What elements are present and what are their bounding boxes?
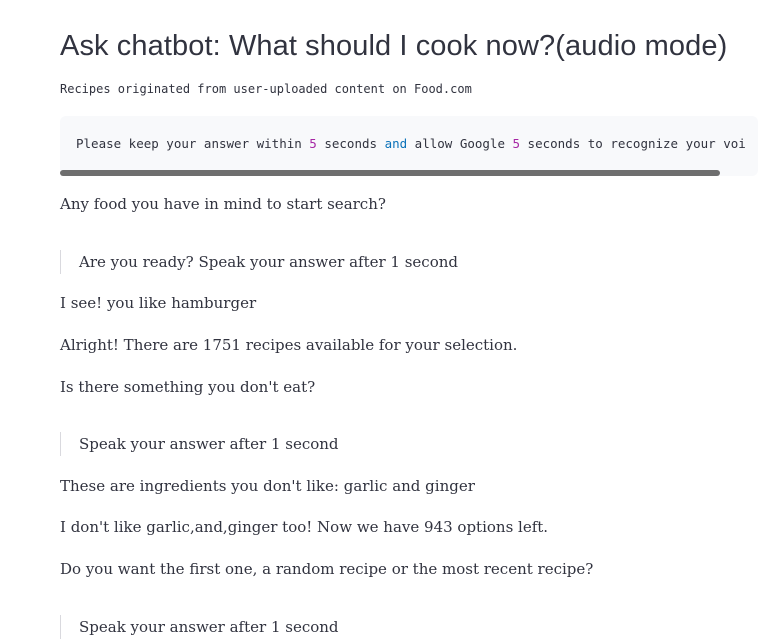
code-text: Please keep your answer within 5 seconds… [76, 136, 746, 151]
voice-prompt: Speak your answer after 1 second [60, 432, 339, 456]
page-title: Ask chatbot: What should I cook now?(aud… [60, 30, 728, 62]
chat-message: Is there something you don't eat? [60, 378, 316, 396]
caption: Recipes originated from user-uploaded co… [60, 82, 472, 96]
chat-message: I see! you like hamburger [60, 294, 257, 312]
main-content: Ask chatbot: What should I cook now?(aud… [60, 0, 784, 643]
chat-message: Any food you have in mind to start searc… [60, 195, 386, 213]
code-block[interactable]: Please keep your answer within 5 seconds… [60, 116, 758, 176]
code-seg-2: seconds [316, 136, 385, 151]
code-keyword: and [384, 136, 408, 151]
code-seg-3: allow Google [407, 136, 513, 151]
code-number-1: 5 [309, 136, 317, 151]
voice-prompt: Speak your answer after 1 second [60, 615, 339, 639]
chat-message: I don't like garlic,and,ginger too! Now … [60, 518, 549, 536]
chat-message: These are ingredients you don't like: ga… [60, 477, 475, 495]
horizontal-scrollbar[interactable] [60, 170, 720, 176]
code-number-2: 5 [512, 136, 521, 151]
code-seg-4: seconds to recognize your voi [520, 136, 746, 151]
voice-prompt: Are you ready? Speak your answer after 1… [60, 250, 458, 274]
chat-message: Do you want the first one, a random reci… [60, 560, 594, 578]
chat-message: Alright! There are 1751 recipes availabl… [60, 336, 518, 354]
code-seg-1: Please keep your answer within [76, 136, 310, 151]
